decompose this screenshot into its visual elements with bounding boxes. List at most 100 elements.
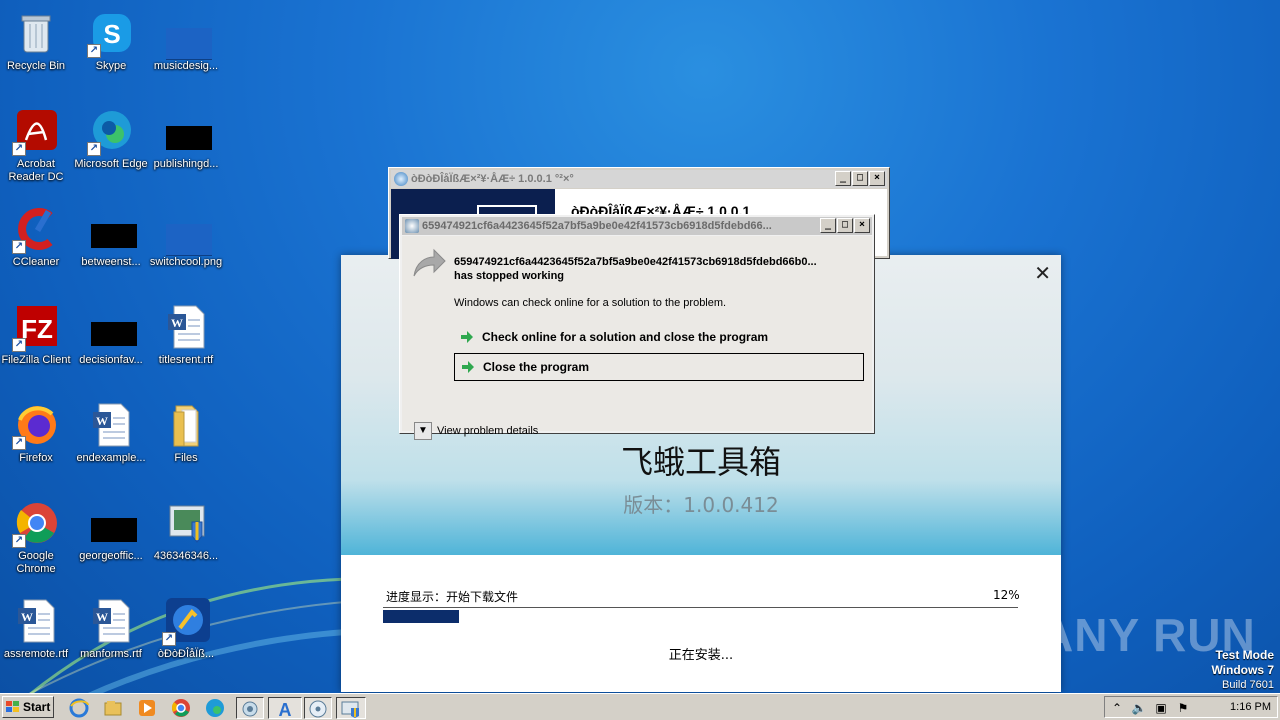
file-icon bbox=[87, 304, 137, 352]
desktop-icon-chrome[interactable]: ↗ Google Chrome bbox=[0, 496, 76, 586]
desktop-icon-filezilla[interactable]: FZ ↗ FileZilla Client bbox=[0, 300, 76, 390]
image-file-icon bbox=[162, 10, 212, 60]
flag-icon[interactable]: ⚑ bbox=[1175, 700, 1191, 716]
maximize-button[interactable]: □ bbox=[837, 218, 853, 233]
installer-close-button[interactable]: ✕ bbox=[1034, 261, 1051, 285]
desktop-icon-436346346[interactable]: 436346346... bbox=[146, 496, 226, 586]
close-program-button[interactable]: Close the program bbox=[454, 353, 864, 381]
desktop-icon-assremote[interactable]: W assremote.rtf bbox=[0, 594, 76, 684]
test-mode-watermark: Test Mode Windows 7 Build 7601 bbox=[1211, 648, 1274, 692]
word-doc-icon: W bbox=[12, 598, 60, 646]
taskbar: Start A ⌃ 🔈 ▣ ⚑ 1:16 PM bbox=[0, 693, 1280, 720]
view-problem-details[interactable]: ▼ View problem details bbox=[414, 422, 538, 440]
progress-percent: 12% bbox=[993, 588, 1020, 602]
desktop-icon-edge[interactable]: ↗ Microsoft Edge bbox=[71, 104, 151, 194]
acrobat-icon: ↗ bbox=[12, 108, 60, 156]
edge-icon[interactable] bbox=[204, 697, 226, 719]
progress-label: 进度显示：开始下载文件 bbox=[386, 590, 519, 604]
desktop-icon-label: georgeoffic... bbox=[79, 550, 143, 562]
check-online-label: Check online for a solution and close th… bbox=[482, 330, 769, 344]
desktop-icon-musicdesig[interactable]: musicdesig... bbox=[146, 6, 226, 96]
ie-icon[interactable] bbox=[68, 697, 90, 719]
check-online-button[interactable]: Check online for a solution and close th… bbox=[454, 324, 864, 352]
shortcut-arrow-icon: ↗ bbox=[12, 240, 26, 254]
setup-icon[interactable] bbox=[236, 697, 264, 719]
shortcut-arrow-icon: ↗ bbox=[12, 338, 26, 352]
file-icon bbox=[87, 206, 137, 254]
start-button[interactable]: Start bbox=[2, 696, 54, 718]
error-dialog-title: 659474921cf6a4423645f52a7bf5a9be0e42f415… bbox=[422, 220, 772, 232]
desktop-icon-label: Skype bbox=[95, 60, 127, 72]
desktop-icon-files[interactable]: Files bbox=[146, 398, 226, 488]
network-icon[interactable]: ▣ bbox=[1153, 700, 1169, 716]
desktop-icon-label: musicdesig... bbox=[153, 60, 219, 72]
filezilla-icon: FZ ↗ bbox=[12, 304, 60, 352]
chevron-down-icon[interactable]: ▼ bbox=[414, 422, 432, 440]
skype-icon: S ↗ bbox=[87, 10, 135, 58]
setup-window-title: òÐòÐÎåÏßÆ×²¥·ÅÆ÷ 1.0.0.1 °²×° bbox=[411, 173, 574, 185]
shortcut-arrow-icon: ↗ bbox=[87, 142, 101, 156]
folder-icon bbox=[162, 402, 210, 450]
close-button[interactable]: × bbox=[869, 171, 885, 186]
desktop-icon-ccleaner[interactable]: ↗ CCleaner bbox=[0, 202, 76, 292]
desktop-icon-skype[interactable]: S ↗ Skype bbox=[71, 6, 151, 96]
svg-text:S: S bbox=[103, 19, 120, 49]
file-icon bbox=[87, 500, 137, 548]
minimize-button[interactable]: _ bbox=[835, 171, 851, 186]
chevron-up-icon[interactable]: ⌃ bbox=[1109, 700, 1125, 716]
desktop-icon-manforms[interactable]: W manforms.rtf bbox=[71, 594, 151, 684]
desktop-icon-titlesrent[interactable]: W titlesrent.rtf bbox=[146, 300, 226, 390]
svg-text:A: A bbox=[279, 700, 292, 720]
media-player-icon[interactable] bbox=[136, 697, 158, 719]
desktop-icon-endexample[interactable]: W endexample... bbox=[71, 398, 151, 488]
desktop-icon-label: 436346346... bbox=[153, 550, 219, 562]
desktop-icon-setup[interactable]: ↗ òÐòÐÎåÏß... bbox=[146, 594, 226, 684]
desktop-icon-georgeoffic[interactable]: georgeoffic... bbox=[71, 496, 151, 586]
desktop-icon-publishingd[interactable]: publishingd... bbox=[146, 104, 226, 194]
desktop-icon-betweenst[interactable]: betweenst... bbox=[71, 202, 151, 292]
desktop-icon-label: Files bbox=[174, 452, 198, 464]
clock[interactable]: 1:16 PM bbox=[1230, 701, 1271, 713]
error-heading-status: has stopped working bbox=[454, 270, 565, 282]
setup-app-icon bbox=[394, 172, 408, 186]
explorer-icon[interactable] bbox=[102, 697, 124, 719]
error-dialog-titlebar[interactable]: 659474921cf6a4423645f52a7bf5a9be0e42f415… bbox=[402, 217, 872, 235]
setup-icon: ↗ bbox=[162, 598, 210, 646]
svg-text:W: W bbox=[96, 414, 108, 428]
desktop-icon-label: CCleaner bbox=[12, 256, 60, 268]
install-status: 正在安装... bbox=[668, 648, 734, 663]
shortcut-arrow-icon: ↗ bbox=[162, 632, 176, 646]
desktop-icon-label: publishingd... bbox=[153, 158, 219, 170]
desktop-icon-label: manforms.rtf bbox=[80, 648, 142, 660]
desktop-icon-label: Google Chrome bbox=[16, 550, 56, 575]
desktop-icon-label: decisionfav... bbox=[79, 354, 143, 366]
maximize-button[interactable]: □ bbox=[852, 171, 868, 186]
system-tray: ⌃ 🔈 ▣ ⚑ 1:16 PM bbox=[1104, 696, 1278, 718]
image-file-icon bbox=[162, 206, 212, 256]
svg-text:W: W bbox=[171, 316, 183, 330]
desktop-icon-decisionfav[interactable]: decisionfav... bbox=[71, 300, 151, 390]
volume-icon[interactable]: 🔈 bbox=[1131, 700, 1147, 716]
disc-icon[interactable] bbox=[304, 697, 332, 719]
desktop-icon-recycle-bin[interactable]: Recycle Bin bbox=[0, 6, 76, 96]
desktop-icon-label: Firefox bbox=[19, 452, 53, 464]
chrome-icon[interactable] bbox=[170, 697, 192, 719]
desktop-icon-label: titlesrent.rtf bbox=[158, 354, 214, 366]
word-doc-icon: W bbox=[87, 598, 135, 646]
minimize-button[interactable]: _ bbox=[820, 218, 836, 233]
installer-icon[interactable] bbox=[336, 697, 366, 719]
start-label: Start bbox=[23, 700, 51, 714]
desktop-icon-firefox[interactable]: ↗ Firefox bbox=[0, 398, 76, 488]
close-button[interactable]: × bbox=[854, 218, 870, 233]
windows-version-label: Windows 7 bbox=[1211, 663, 1274, 677]
desktop-icon-label: Recycle Bin bbox=[6, 60, 66, 72]
desktop-icon-switchcool[interactable]: switchcool.png bbox=[146, 202, 226, 292]
font-app-icon[interactable]: A bbox=[268, 697, 302, 720]
setup-window-titlebar[interactable]: òÐòÐÎåÏßÆ×²¥·ÅÆ÷ 1.0.0.1 °²×° _ □ × bbox=[391, 170, 887, 188]
shortcut-arrow-icon: ↗ bbox=[12, 436, 26, 450]
close-program-label: Close the program bbox=[483, 360, 590, 374]
desktop-icon-acrobat[interactable]: ↗ Acrobat Reader DC bbox=[0, 104, 76, 194]
progress-bar bbox=[383, 607, 1018, 623]
build-label: Build 7601 bbox=[1222, 679, 1274, 691]
error-heading-program: 659474921cf6a4423645f52a7bf5a9be0e42f415… bbox=[454, 256, 817, 268]
